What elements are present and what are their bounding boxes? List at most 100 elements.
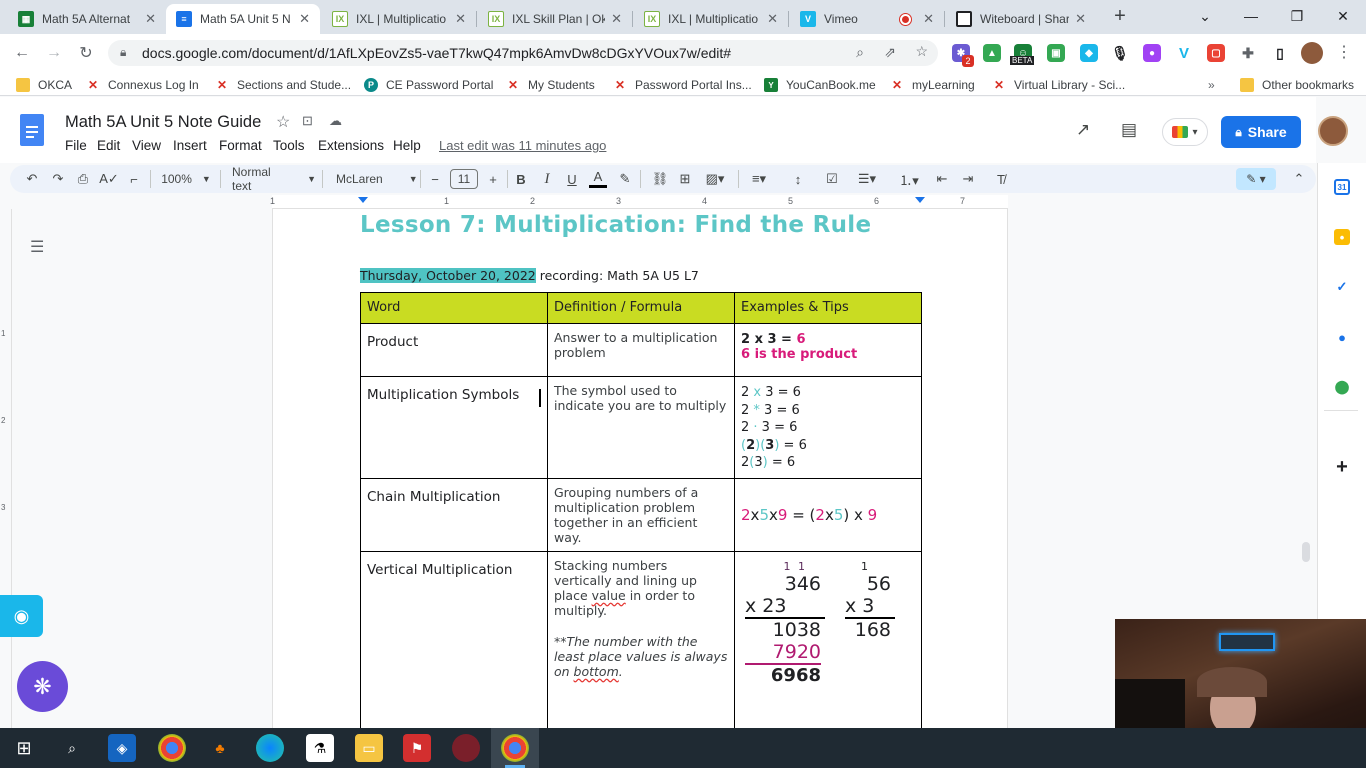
- tab-search-icon[interactable]: ⌄: [1182, 0, 1228, 32]
- forward-button[interactable]: →: [41, 40, 67, 66]
- keep-icon[interactable]: •: [1334, 229, 1350, 245]
- avatar[interactable]: [1301, 42, 1323, 64]
- close-icon[interactable]: ✕: [923, 11, 934, 27]
- address-bar[interactable]: 🔒︎ docs.google.com/document/d/1AfLXpEovZ…: [108, 40, 938, 66]
- line-spacing-icon[interactable]: ↕: [788, 168, 808, 190]
- app-icon[interactable]: [452, 734, 480, 762]
- extension-icon[interactable]: ◆: [1080, 44, 1098, 62]
- right-indent-marker[interactable]: [915, 197, 925, 203]
- chrome-icon[interactable]: [501, 734, 529, 762]
- browser-tab[interactable]: Witeboard | Shar ✕: [946, 4, 1096, 34]
- spellcheck-icon[interactable]: A✓: [99, 168, 119, 190]
- drive-icon[interactable]: ▲: [983, 44, 1001, 62]
- screencast-tool-button[interactable]: ❋: [17, 661, 68, 712]
- collapse-menus-icon[interactable]: ⌃: [1288, 168, 1310, 190]
- bold-icon[interactable]: B: [512, 168, 530, 190]
- numbered-list-icon[interactable]: ⒈▾: [892, 168, 926, 190]
- browser-tab[interactable]: IX IXL | Multiplicatio ✕: [634, 4, 788, 34]
- editing-mode-button[interactable]: ✎ ▾: [1236, 168, 1276, 190]
- bookmark-item[interactable]: P CE Password Portal: [364, 76, 493, 94]
- other-bookmarks[interactable]: Other bookmarks: [1240, 76, 1354, 94]
- activity-icon[interactable]: ↗: [1076, 120, 1090, 140]
- search-icon[interactable]: ⌕: [58, 734, 86, 762]
- maps-icon[interactable]: ⬤: [1334, 379, 1350, 395]
- redo-icon[interactable]: ↷: [48, 168, 68, 190]
- bookmark-item[interactable]: Y YouCanBook.me: [764, 76, 876, 94]
- increase-indent-icon[interactable]: ⇥: [958, 168, 978, 190]
- highlight-icon[interactable]: ✎: [616, 168, 634, 190]
- close-icon[interactable]: ✕: [455, 11, 466, 27]
- file-explorer-icon[interactable]: ▭: [355, 734, 383, 762]
- add-comment-icon[interactable]: ⊞: [676, 168, 694, 190]
- browser-tab[interactable]: IX IXL Skill Plan | Ok ✕: [478, 4, 632, 34]
- browser-tab-active[interactable]: ≡ Math 5A Unit 5 N ✕: [166, 4, 320, 34]
- bookmark-item[interactable]: ✕ Virtual Library - Sci...: [992, 76, 1125, 94]
- tasks-icon[interactable]: ✓: [1334, 279, 1350, 295]
- puzzle-icon[interactable]: ✚: [1239, 44, 1257, 62]
- app-icon[interactable]: ⚗: [306, 734, 334, 762]
- close-icon[interactable]: ✕: [145, 11, 156, 27]
- menu-view[interactable]: View: [132, 138, 161, 153]
- windows-start-icon[interactable]: ⊞: [10, 734, 38, 762]
- extension-icon[interactable]: ▢: [1207, 44, 1225, 62]
- text-color-icon[interactable]: A: [589, 168, 607, 188]
- kebab-menu-icon[interactable]: ⋮: [1336, 42, 1352, 62]
- browser-tab[interactable]: ▦ Math 5A Alternat ✕: [8, 4, 166, 34]
- bookmark-item[interactable]: ✕ My Students: [506, 76, 595, 94]
- app-icon[interactable]: ♣: [206, 734, 234, 762]
- bookmarks-overflow-icon[interactable]: »: [1208, 76, 1215, 94]
- bulleted-list-icon[interactable]: ☰▾: [850, 168, 884, 190]
- browser-tab[interactable]: IX IXL | Multiplicatio ✕: [322, 4, 476, 34]
- share-page-icon[interactable]: ⇗: [884, 44, 896, 61]
- bookmark-item[interactable]: ✕ myLearning: [890, 76, 975, 94]
- document-page[interactable]: Lesson 7: Multiplication: Find the Rule …: [272, 209, 1008, 728]
- close-icon[interactable]: ✕: [1075, 11, 1086, 27]
- undo-icon[interactable]: ↶: [22, 168, 42, 190]
- chrome-icon[interactable]: [158, 734, 186, 762]
- close-window-button[interactable]: ✕: [1320, 0, 1366, 32]
- restore-button[interactable]: ❐: [1274, 0, 1320, 32]
- menu-format[interactable]: Format: [219, 138, 262, 153]
- bookmark-item[interactable]: ✕ Password Portal Ins...: [613, 76, 752, 94]
- star-icon[interactable]: ☆: [276, 112, 290, 132]
- extension-icon[interactable]: ●: [1143, 44, 1161, 62]
- add-addon-icon[interactable]: +: [1334, 456, 1350, 478]
- move-folder-icon[interactable]: ⊡: [302, 113, 313, 129]
- font-size-input[interactable]: 11: [450, 169, 478, 189]
- paint-format-icon[interactable]: ⌐: [124, 168, 144, 190]
- scrollbar-thumb[interactable]: [1302, 542, 1310, 562]
- document-outline-icon[interactable]: ☰: [30, 237, 44, 257]
- bookmark-item[interactable]: OKCA: [16, 76, 72, 94]
- document-title[interactable]: Math 5A Unit 5 Note Guide: [65, 113, 261, 132]
- vimeo-icon[interactable]: V: [1175, 44, 1193, 62]
- extension-icon[interactable]: ▣: [1047, 44, 1065, 62]
- comments-icon[interactable]: ▤: [1121, 120, 1137, 140]
- underline-icon[interactable]: U: [563, 168, 581, 190]
- last-edit-link[interactable]: Last edit was 11 minutes ago: [439, 138, 606, 153]
- print-icon[interactable]: ⎙: [73, 168, 93, 190]
- menu-extensions[interactable]: Extensions: [318, 138, 384, 153]
- browser-tab[interactable]: V Vimeo ✕: [790, 4, 944, 34]
- account-avatar[interactable]: [1318, 116, 1348, 146]
- insert-image-icon[interactable]: ▨▾: [700, 168, 730, 190]
- close-icon[interactable]: ✕: [299, 11, 310, 27]
- share-button[interactable]: 🔒︎ Share: [1221, 116, 1301, 148]
- close-icon[interactable]: ✕: [611, 11, 622, 27]
- close-icon[interactable]: ✕: [767, 11, 778, 27]
- microphone-icon[interactable]: 🎙︎: [1111, 44, 1129, 62]
- zoom-icon[interactable]: ⌕: [856, 44, 864, 61]
- bookmark-item[interactable]: ✕ Connexus Log In: [86, 76, 199, 94]
- docs-logo-icon[interactable]: [20, 114, 44, 146]
- italic-icon[interactable]: I: [538, 168, 556, 190]
- menu-insert[interactable]: Insert: [173, 138, 207, 153]
- font-select[interactable]: McLaren ▼: [330, 168, 418, 190]
- menu-tools[interactable]: Tools: [273, 138, 305, 153]
- back-button[interactable]: ←: [9, 40, 35, 66]
- zoom-select[interactable]: 100% ▼: [158, 168, 214, 190]
- meet-button[interactable]: ▾: [1162, 118, 1208, 146]
- clear-formatting-icon[interactable]: T̸: [991, 168, 1011, 190]
- new-tab-button[interactable]: +: [1108, 6, 1132, 28]
- defender-icon[interactable]: ◈: [108, 734, 136, 762]
- style-select[interactable]: Normal text ▼: [226, 165, 316, 193]
- calendar-icon[interactable]: 31: [1334, 179, 1350, 195]
